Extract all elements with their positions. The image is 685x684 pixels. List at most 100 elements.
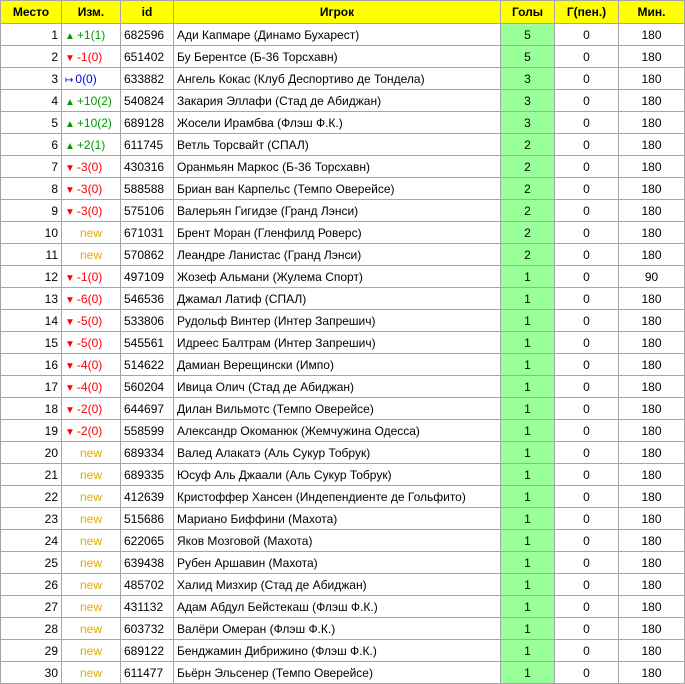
header-penalties[interactable]: Г(пен.) bbox=[554, 0, 619, 24]
penalty-goals-cell: 0 bbox=[554, 265, 619, 288]
minutes-cell: 180 bbox=[618, 639, 685, 662]
change-value: +1(1) bbox=[76, 27, 106, 42]
arrow-down-icon: ▼ bbox=[65, 162, 75, 174]
table-row[interactable]: 1 ▲ +1(1) 682596 Ади Капмаре (Динамо Бухарес… bbox=[0, 23, 685, 46]
goals-cell: 1 bbox=[500, 397, 555, 420]
table-row[interactable]: 18 ▼ -2(0) 644697 Дилан Вильмотс (Темпо Овер… bbox=[0, 397, 685, 420]
rank-cell: 23 bbox=[0, 507, 62, 530]
minutes-cell: 180 bbox=[618, 111, 685, 134]
rank-cell: 16 bbox=[0, 353, 62, 376]
header-player[interactable]: Игрок bbox=[173, 0, 501, 24]
header-rank[interactable]: Место bbox=[0, 0, 62, 24]
rank-cell: 22 bbox=[0, 485, 62, 508]
player-name-cell: Кристоффер Хансен (Индепендиенте де Голь… bbox=[173, 485, 501, 508]
penalty-goals-cell: 0 bbox=[554, 23, 619, 46]
rank-cell: 29 bbox=[0, 639, 62, 662]
table-row[interactable]: 3 ↦ 0(0) 633882 Ангель Кокас (Клуб Деспортив… bbox=[0, 67, 685, 90]
penalty-goals-cell: 0 bbox=[554, 551, 619, 574]
table-row[interactable]: 24 new 622065 Яков Мозговой (Махота) 1 0 180 bbox=[0, 529, 685, 552]
header-id[interactable]: id bbox=[120, 0, 174, 24]
rank-cell: 26 bbox=[0, 573, 62, 596]
table-row[interactable]: 10 new 671031 Брент Моран (Гленфилд Роверс)… bbox=[0, 221, 685, 244]
player-name-cell: Джамал Латиф (СПАЛ) bbox=[173, 287, 501, 310]
header-change[interactable]: Изм. bbox=[61, 0, 121, 24]
arrow-up-icon: ▲ bbox=[65, 30, 75, 42]
player-name-cell: Жозеф Альмани (Жулема Спорт) bbox=[173, 265, 501, 288]
penalty-goals-cell: 0 bbox=[554, 287, 619, 310]
player-name-cell: Ветль Торсвайт (СПАЛ) bbox=[173, 133, 501, 156]
change-cell: ▼ -4(0) bbox=[61, 375, 121, 398]
player-name-cell: Оранмьян Маркос (Б-36 Торсхавн) bbox=[173, 155, 501, 178]
change-value: -2(0) bbox=[76, 401, 103, 416]
minutes-cell: 180 bbox=[618, 617, 685, 640]
minutes-cell: 90 bbox=[618, 265, 685, 288]
player-name-cell: Бьёрн Эльсенер (Темпо Оверейсе) bbox=[173, 661, 501, 684]
change-value: -5(0) bbox=[76, 335, 103, 350]
minutes-cell: 180 bbox=[618, 661, 685, 684]
table-row[interactable]: 11 new 570862 Леандре Ланистас (Гранд Лэнси… bbox=[0, 243, 685, 266]
table-row[interactable]: 21 new 689335 Юсуф Аль Джаали (Аль Сукур То… bbox=[0, 463, 685, 486]
table-row[interactable]: 5 ▲ +10(2) 689128 Жосели Ирамбва (Флэш Ф.К.)… bbox=[0, 111, 685, 134]
change-cell: new bbox=[61, 507, 121, 530]
table-row[interactable]: 28 new 603732 Валёри Омеран (Флэш Ф.К.) 1 0 18… bbox=[0, 617, 685, 640]
table-row[interactable]: 27 new 431132 Адам Абдул Бейстекаш (Флэш Ф.… bbox=[0, 595, 685, 618]
player-id-cell: 689122 bbox=[120, 639, 174, 662]
penalty-goals-cell: 0 bbox=[554, 111, 619, 134]
penalty-goals-cell: 0 bbox=[554, 177, 619, 200]
rank-cell: 18 bbox=[0, 397, 62, 420]
new-entry-label: new bbox=[79, 665, 102, 680]
penalty-goals-cell: 0 bbox=[554, 309, 619, 332]
player-id-cell: 485702 bbox=[120, 573, 174, 596]
minutes-cell: 180 bbox=[618, 529, 685, 552]
table-row[interactable]: 12 ▼ -1(0) 497109 Жозеф Альмани (Жулема Спор… bbox=[0, 265, 685, 288]
table-row[interactable]: 14 ▼ -5(0) 533806 Рудольф Винтер (Интер Запр… bbox=[0, 309, 685, 332]
table-body: 1 ▲ +1(1) 682596 Ади Капмаре (Динамо Бухарес… bbox=[0, 23, 685, 684]
table-row[interactable]: 22 new 412639 Кристоффер Хансен (Индепендие… bbox=[0, 485, 685, 508]
player-id-cell: 603732 bbox=[120, 617, 174, 640]
penalty-goals-cell: 0 bbox=[554, 529, 619, 552]
player-id-cell: 689128 bbox=[120, 111, 174, 134]
rank-cell: 3 bbox=[0, 67, 62, 90]
goals-cell: 1 bbox=[500, 287, 555, 310]
rank-cell: 1 bbox=[0, 23, 62, 46]
rank-cell: 17 bbox=[0, 375, 62, 398]
player-id-cell: 558599 bbox=[120, 419, 174, 442]
change-cell: ▼ -5(0) bbox=[61, 309, 121, 332]
table-row[interactable]: 17 ▼ -4(0) 560204 Ивица Олич (Стад де Абиджа… bbox=[0, 375, 685, 398]
player-name-cell: Идреес Балтрам (Интер Запрешич) bbox=[173, 331, 501, 354]
table-row[interactable]: 13 ▼ -6(0) 546536 Джамал Латиф (СПАЛ) 1 0 180 bbox=[0, 287, 685, 310]
change-cell: new bbox=[61, 243, 121, 266]
table-row[interactable]: 26 new 485702 Халид Мизхир (Стад де Абиджан… bbox=[0, 573, 685, 596]
table-row[interactable]: 30 new 611477 Бьёрн Эльсенер (Темпо Оверейс… bbox=[0, 661, 685, 684]
table-row[interactable]: 4 ▲ +10(2) 540824 Закария Эллафи (Стад де Аб… bbox=[0, 89, 685, 112]
player-name-cell: Рудольф Винтер (Интер Запрешич) bbox=[173, 309, 501, 332]
change-cell: ▼ -4(0) bbox=[61, 353, 121, 376]
table-row[interactable]: 8 ▼ -3(0) 588588 Бриан ван Карпельс (Темпо О… bbox=[0, 177, 685, 200]
change-value: -4(0) bbox=[76, 357, 103, 372]
rank-cell: 10 bbox=[0, 221, 62, 244]
minutes-cell: 180 bbox=[618, 23, 685, 46]
header-goals[interactable]: Голы bbox=[500, 0, 555, 24]
player-name-cell: Ангель Кокас (Клуб Деспортиво де Тондела… bbox=[173, 67, 501, 90]
table-row[interactable]: 9 ▼ -3(0) 575106 Валерьян Гигидзе (Гранд Лэн… bbox=[0, 199, 685, 222]
goals-cell: 1 bbox=[500, 617, 555, 640]
table-row[interactable]: 7 ▼ -3(0) 430316 Оранмьян Маркос (Б-36 Торсх… bbox=[0, 155, 685, 178]
table-row[interactable]: 23 new 515686 Мариано Биффини (Махота) 1 0 180 bbox=[0, 507, 685, 530]
header-minutes[interactable]: Мин. bbox=[618, 0, 685, 24]
table-row[interactable]: 29 new 689122 Бенджамин Дибрижино (Флэш Ф.К… bbox=[0, 639, 685, 662]
change-value: -3(0) bbox=[76, 203, 103, 218]
table-row[interactable]: 2 ▼ -1(0) 651402 Бу Берентсе (Б-36 Торсхавн)… bbox=[0, 45, 685, 68]
table-row[interactable]: 6 ▲ +2(1) 611745 Ветль Торсвайт (СПАЛ) 2 0 180 bbox=[0, 133, 685, 156]
player-id-cell: 545561 bbox=[120, 331, 174, 354]
player-id-cell: 611477 bbox=[120, 661, 174, 684]
change-value: -1(0) bbox=[76, 269, 103, 284]
table-row[interactable]: 15 ▼ -5(0) 545561 Идреес Балтрам (Интер Запр… bbox=[0, 331, 685, 354]
table-row[interactable]: 16 ▼ -4(0) 514622 Дамиан Верещински (Импо) 1 0… bbox=[0, 353, 685, 376]
table-row[interactable]: 19 ▼ -2(0) 558599 Александр Окоманюк (Жемчуж… bbox=[0, 419, 685, 442]
rank-cell: 12 bbox=[0, 265, 62, 288]
table-row[interactable]: 25 new 639438 Рубен Аршавин (Махота) 1 0 180 bbox=[0, 551, 685, 574]
rank-cell: 15 bbox=[0, 331, 62, 354]
arrow-down-icon: ▼ bbox=[65, 184, 75, 196]
table-row[interactable]: 20 new 689334 Валед Алакатэ (Аль Сукур Тобр… bbox=[0, 441, 685, 464]
goals-cell: 1 bbox=[500, 507, 555, 530]
